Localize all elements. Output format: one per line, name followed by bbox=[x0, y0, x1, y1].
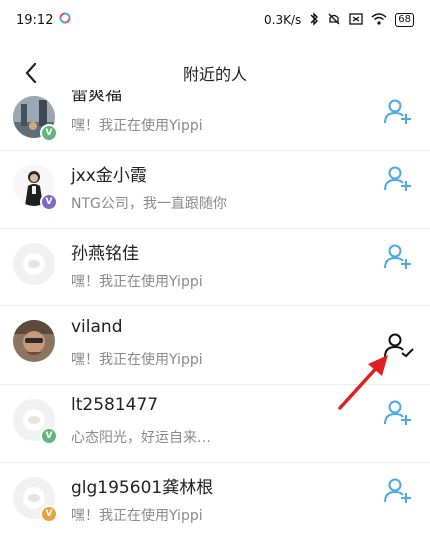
red-pointer-arrow-icon bbox=[338, 355, 388, 410]
user-name: 孙燕铭佳 bbox=[71, 244, 139, 264]
app-notification-icon bbox=[59, 12, 71, 28]
verified-badge: V bbox=[40, 124, 58, 142]
user-name: glg195601龚林根 bbox=[71, 478, 214, 498]
verified-badge: V bbox=[40, 505, 58, 523]
battery-indicator: 68 bbox=[395, 13, 414, 27]
add-friend-button[interactable] bbox=[383, 241, 413, 271]
add-user-icon bbox=[384, 478, 411, 503]
add-friend-button[interactable] bbox=[383, 475, 413, 505]
add-friend-button[interactable] bbox=[383, 96, 413, 126]
user-status: 嘿！我正在使用Yippi bbox=[71, 274, 203, 290]
avatar bbox=[13, 320, 55, 362]
status-bar: 19:12 0.3K/s 68 bbox=[0, 0, 430, 40]
divider bbox=[0, 305, 430, 306]
user-status: 嘿！我正在使用Yippi bbox=[71, 118, 203, 134]
user-status: 嘿！我正在使用Yippi bbox=[71, 508, 203, 524]
user-status: 心态阳光，好运自来… bbox=[71, 430, 211, 446]
user-status: NTG公司，我一直跟随你 bbox=[71, 196, 227, 212]
add-user-icon bbox=[384, 99, 411, 124]
sim-icon bbox=[349, 12, 363, 28]
verified-badge: V bbox=[40, 193, 58, 211]
list-item[interactable]: 孙燕铭佳 嘿！我正在使用Yippi bbox=[0, 229, 430, 307]
network-speed: 0.3K/s bbox=[264, 13, 302, 27]
add-user-icon bbox=[384, 166, 411, 191]
user-name: viland bbox=[71, 317, 123, 337]
user-name: jxx金小霞 bbox=[71, 166, 147, 186]
list-item[interactable]: V jxx金小霞 NTG公司，我一直跟随你 bbox=[0, 151, 430, 229]
add-friend-button[interactable] bbox=[383, 163, 413, 193]
user-name: lt2581477 bbox=[71, 395, 159, 415]
user-status: 嘿！我正在使用Yippi bbox=[71, 352, 203, 368]
verified-badge: V bbox=[40, 427, 58, 445]
default-avatar bbox=[13, 243, 55, 285]
header-spacer bbox=[0, 40, 430, 95]
status-time: 19:12 bbox=[16, 12, 54, 28]
bluetooth-icon bbox=[309, 11, 319, 29]
add-user-icon bbox=[384, 244, 411, 269]
wifi-icon bbox=[371, 12, 387, 28]
list-item[interactable]: V glg195601龚林根 嘿！我正在使用Yippi bbox=[0, 463, 430, 541]
mute-bell-icon bbox=[327, 12, 341, 29]
